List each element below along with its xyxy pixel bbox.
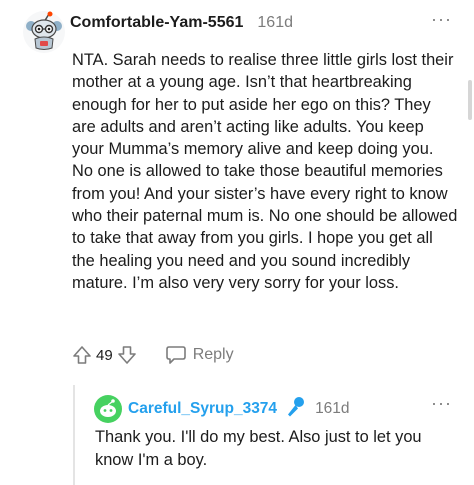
- thread-line[interactable]: [73, 385, 75, 485]
- comment-actions: 49 Reply: [72, 345, 234, 365]
- comment-username[interactable]: Comfortable-Yam-5561: [70, 14, 243, 32]
- scrollbar[interactable]: [468, 80, 472, 120]
- reply-button[interactable]: Reply: [165, 345, 234, 365]
- downvote-arrow-icon[interactable]: [117, 345, 137, 365]
- reply-body: Thank you. I'll do my best. Also just to…: [95, 428, 422, 469]
- comment-thread: Comfortable-Yam-5561 161d ··· NTA. Sarah…: [0, 0, 474, 485]
- snoo-avatar-icon[interactable]: [22, 10, 66, 54]
- comment-header: Comfortable-Yam-5561 161d: [22, 10, 293, 54]
- reply-header: Careful_Syrup_3374 161d: [94, 395, 350, 423]
- comment-body: NTA. Sarah needs to realise three little…: [72, 51, 458, 292]
- upvote-arrow-icon[interactable]: [72, 345, 92, 365]
- speech-bubble-icon: [165, 345, 187, 365]
- snoo-avatar-icon[interactable]: [94, 395, 122, 423]
- comment-timestamp: 161d: [257, 14, 293, 31]
- reply-label: Reply: [192, 346, 234, 363]
- reply-timestamp: 161d: [315, 400, 350, 417]
- vote-count: 49: [96, 346, 113, 364]
- more-options-icon[interactable]: ···: [431, 10, 452, 28]
- reply-username[interactable]: Careful_Syrup_3374: [128, 400, 277, 418]
- microphone-icon: [285, 396, 305, 423]
- more-options-icon[interactable]: ···: [431, 394, 452, 412]
